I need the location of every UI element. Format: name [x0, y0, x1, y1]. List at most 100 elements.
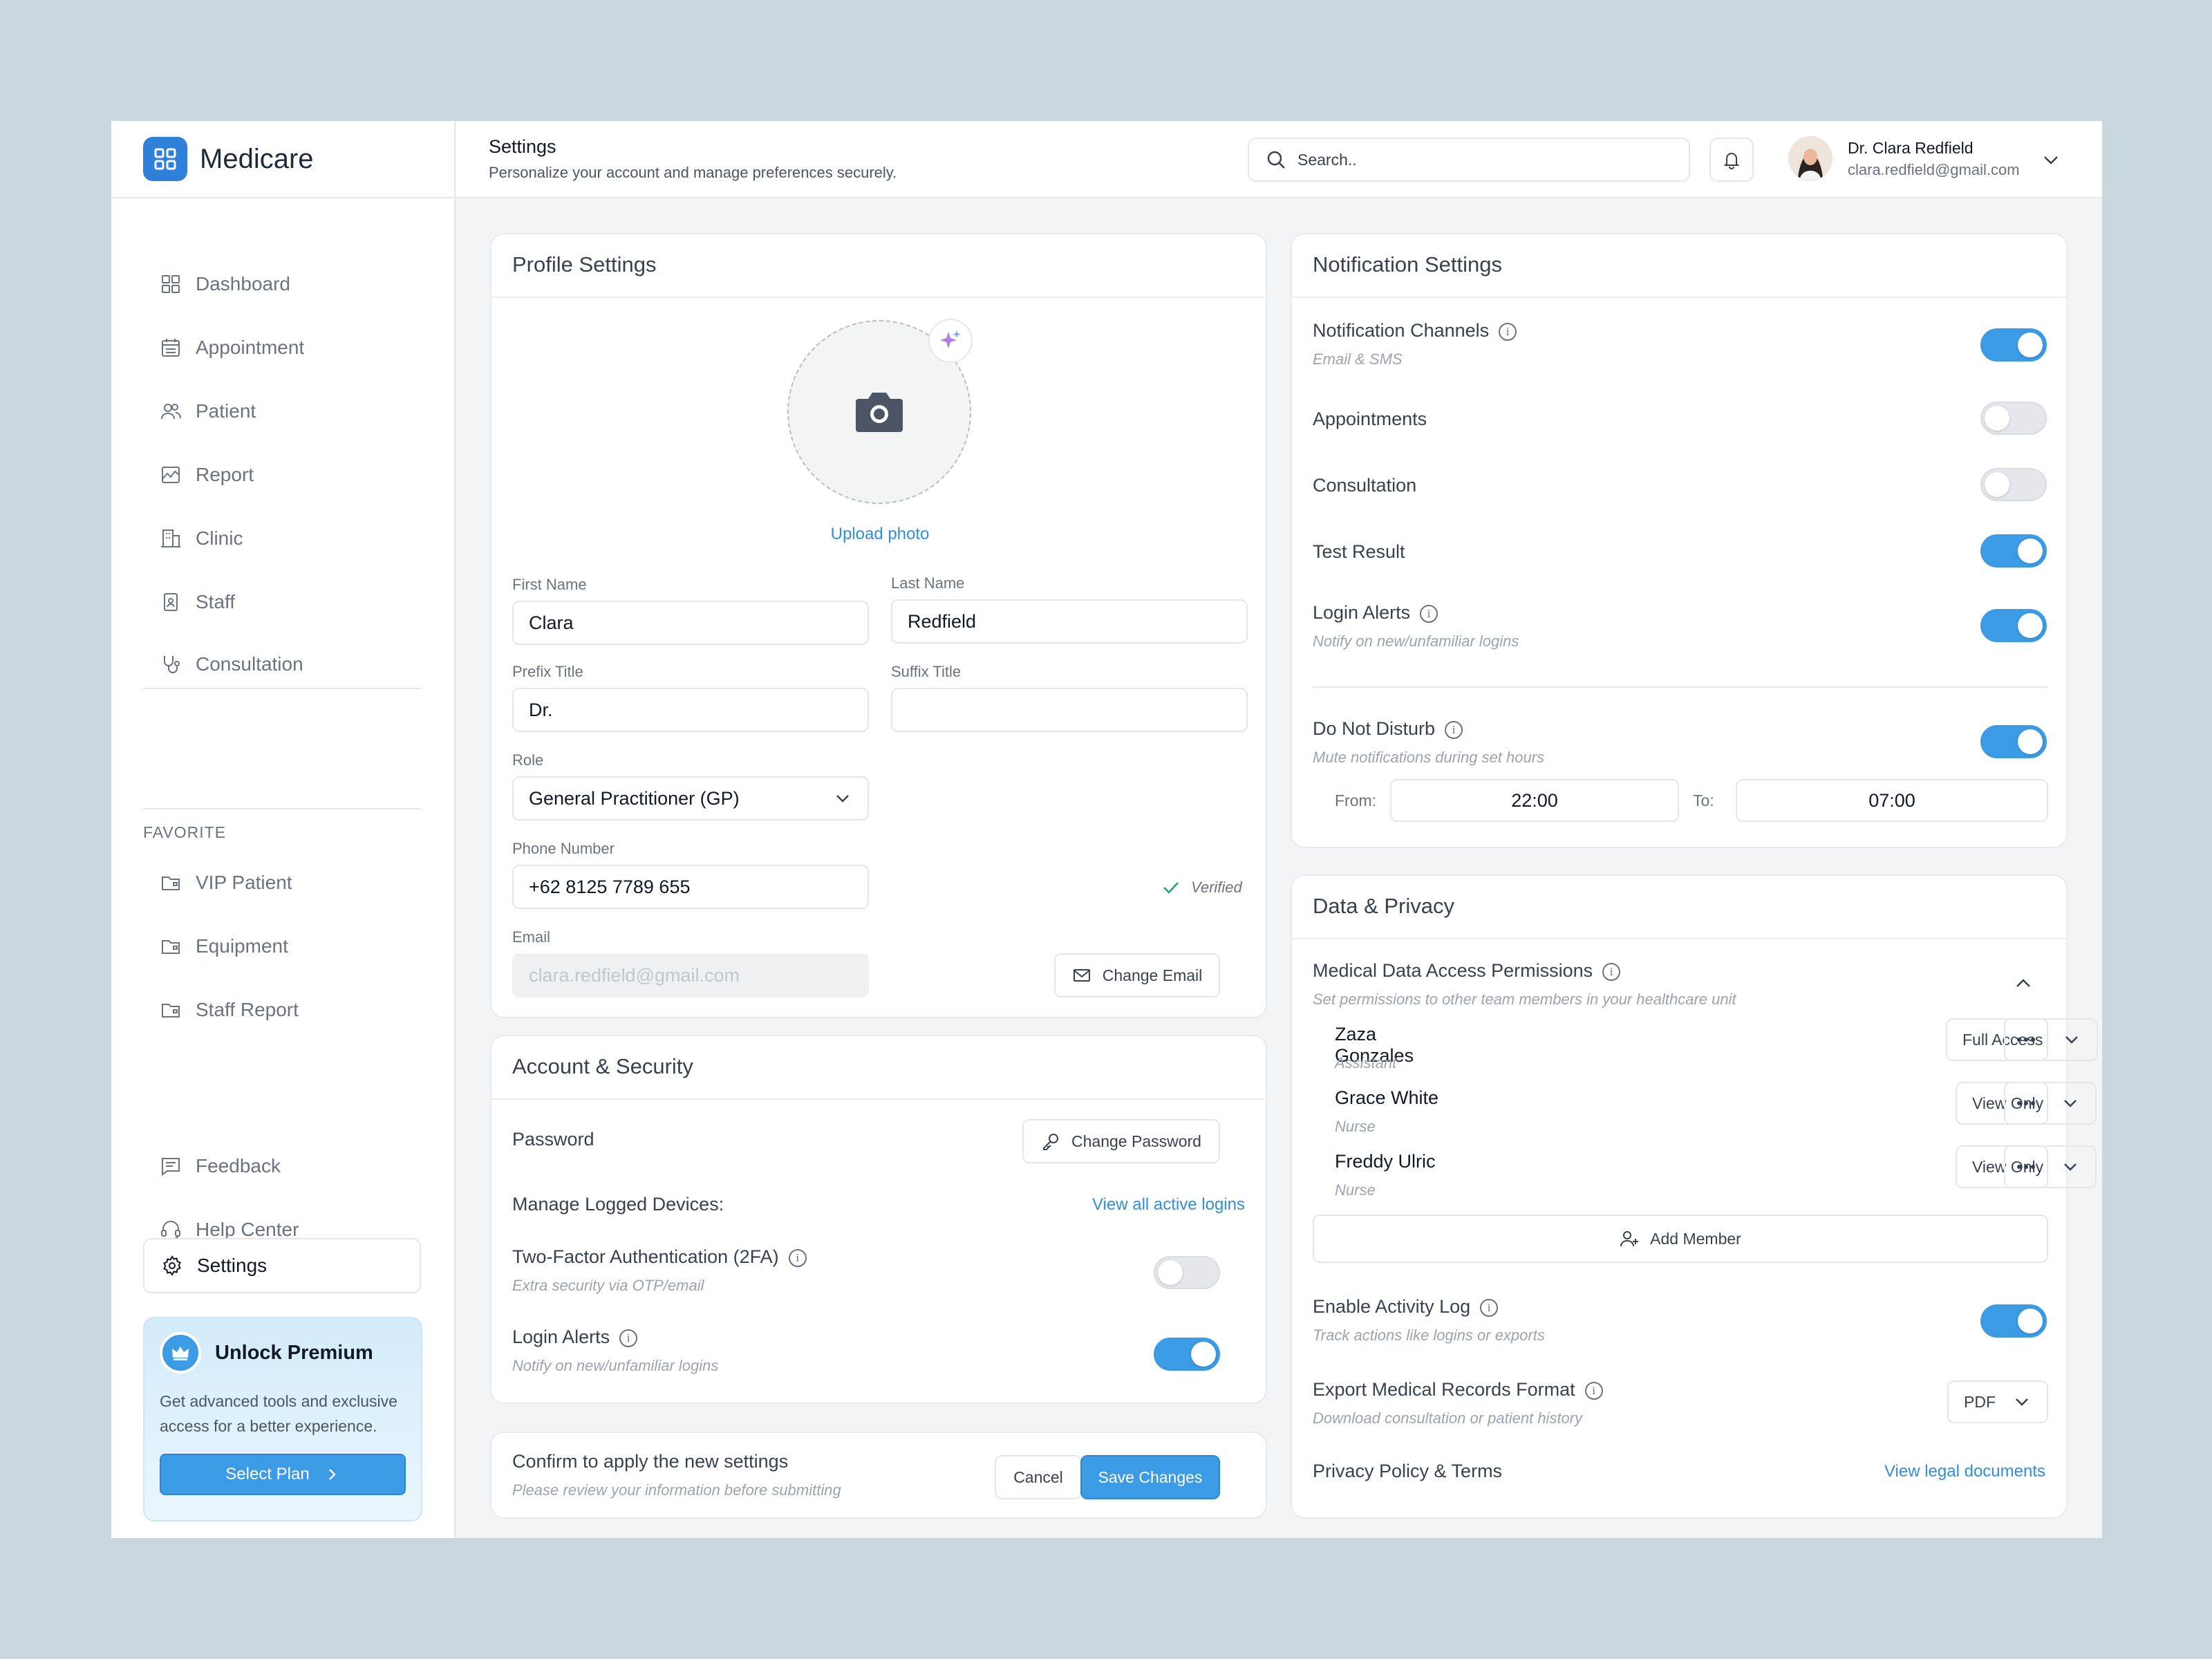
- dnd-subtitle: Mute notifications during set hours: [1313, 749, 1545, 766]
- appointments-toggle[interactable]: [1980, 402, 2047, 435]
- sidebar-item-dashboard[interactable]: Dashboard: [143, 256, 421, 312]
- search-input[interactable]: Search..: [1248, 138, 1690, 182]
- bell-icon: [1723, 153, 1740, 169]
- last-name-label: Last Name: [891, 574, 965, 592]
- sidebar-item-patient[interactable]: Patient: [143, 384, 421, 439]
- sidebar-item-label: Settings: [197, 1255, 268, 1276]
- twofa-label: Two-Factor Authentication (2FA): [512, 1246, 779, 1267]
- first-name-label: First Name: [512, 576, 587, 593]
- info-icon[interactable]: i: [1499, 322, 1517, 341]
- id-badge-icon: [164, 593, 178, 611]
- more-horizontal-icon: [2017, 1038, 2035, 1042]
- email-field: clara.redfield@gmail.com: [512, 953, 869, 997]
- view-legal-documents-link[interactable]: View legal documents: [1884, 1462, 2045, 1481]
- building-icon: [161, 529, 180, 547]
- test-result-toggle[interactable]: [1980, 534, 2047, 568]
- member-more-button[interactable]: [2004, 1082, 2048, 1125]
- card-title: Account & Security: [512, 1054, 693, 1078]
- confirm-title: Confirm to apply the new settings: [512, 1451, 789, 1472]
- change-email-button[interactable]: Change Email: [1054, 953, 1220, 997]
- phone-field[interactable]: +62 8125 7789 655: [512, 865, 869, 909]
- report-chart-icon: [162, 467, 180, 483]
- save-changes-button[interactable]: Save Changes: [1080, 1455, 1220, 1499]
- sidebar-item-staff-report[interactable]: Staff Report: [143, 982, 421, 1038]
- from-label: From:: [1335, 791, 1377, 809]
- login-alerts-toggle[interactable]: [1154, 1338, 1220, 1371]
- export-format-select[interactable]: PDF: [1947, 1380, 2048, 1423]
- add-member-button[interactable]: Add Member: [1313, 1215, 2048, 1263]
- cancel-button[interactable]: Cancel: [995, 1455, 1082, 1499]
- sparkle-icon: [940, 330, 961, 348]
- sidebar-divider: [143, 688, 421, 689]
- member-role: Nurse: [1335, 1181, 1376, 1199]
- avatar[interactable]: [1788, 136, 1833, 180]
- card-separator: [1292, 297, 2066, 298]
- suffix-title-field[interactable]: [891, 688, 1248, 732]
- sidebar-divider: [143, 808, 421, 809]
- info-icon[interactable]: i: [1480, 1298, 1499, 1317]
- member-name: Freddy Ulric: [1335, 1151, 1436, 1172]
- select-plan-button[interactable]: Select Plan: [160, 1454, 406, 1495]
- last-name-field[interactable]: Redfield: [891, 599, 1248, 644]
- info-icon[interactable]: i: [1420, 604, 1438, 623]
- brand[interactable]: Medicare: [111, 121, 456, 198]
- ai-sparkle-button[interactable]: [928, 319, 973, 363]
- dnd-toggle[interactable]: [1980, 725, 2047, 758]
- card-separator: [491, 297, 1266, 298]
- info-icon[interactable]: i: [1584, 1381, 1603, 1400]
- sidebar-item-appointment[interactable]: Appointment: [143, 320, 421, 375]
- folder-icon: [162, 877, 180, 890]
- prefix-title-field[interactable]: Dr.: [512, 688, 869, 732]
- suffix-title-label: Suffix Title: [891, 663, 962, 680]
- chevron-down-icon: [2064, 1100, 2077, 1107]
- sidebar-item-vip-patient[interactable]: VIP Patient: [143, 855, 421, 910]
- password-label: Password: [512, 1129, 594, 1150]
- activity-log-toggle[interactable]: [1980, 1304, 2047, 1338]
- sidebar-item-report[interactable]: Report: [143, 447, 421, 503]
- channels-toggle[interactable]: [1980, 328, 2047, 362]
- twofa-label-row: Two-Factor Authentication (2FA) i: [512, 1246, 807, 1268]
- twofa-toggle[interactable]: [1154, 1256, 1220, 1289]
- appointments-label: Appointments: [1313, 409, 1427, 429]
- activity-log-label: Enable Activity Log: [1313, 1296, 1471, 1317]
- chevron-down-icon[interactable]: [2040, 149, 2062, 171]
- chevron-down-icon: [2064, 1163, 2077, 1171]
- info-icon[interactable]: i: [1445, 720, 1463, 739]
- folder-icon: [162, 1004, 180, 1018]
- sidebar-item-staff[interactable]: Staff: [143, 574, 421, 630]
- mail-icon: [1073, 969, 1090, 982]
- page-title: Settings: [489, 136, 556, 157]
- dnd-label-row: Do Not Disturb i: [1313, 718, 1463, 740]
- change-password-button[interactable]: Change Password: [1022, 1119, 1220, 1163]
- sidebar-item-consultation[interactable]: Consultation: [143, 637, 421, 692]
- user-name: Dr. Clara Redfield: [1848, 139, 1974, 157]
- sidebar-item-equipment[interactable]: Equipment: [143, 919, 421, 974]
- user-email: clara.redfield@gmail.com: [1848, 161, 2020, 178]
- card-title: Profile Settings: [512, 252, 657, 276]
- folder-icon: [162, 940, 180, 954]
- notif-login-alerts-toggle[interactable]: [1980, 609, 2047, 642]
- first-name-field[interactable]: Clara: [512, 601, 869, 645]
- to-time-input[interactable]: 07:00: [1736, 779, 2048, 822]
- sidebar-item-settings[interactable]: Settings: [143, 1238, 421, 1293]
- calendar-icon: [162, 339, 180, 357]
- sidebar-item-feedback[interactable]: Feedback: [143, 1138, 421, 1194]
- upload-photo-link[interactable]: Upload photo: [491, 525, 1268, 544]
- info-icon[interactable]: i: [788, 1248, 807, 1267]
- consultation-toggle[interactable]: [1980, 468, 2047, 501]
- chevron-up-icon[interactable]: [2012, 973, 2034, 995]
- info-icon[interactable]: i: [619, 1329, 638, 1347]
- member-more-button[interactable]: [2004, 1145, 2048, 1188]
- member-more-button[interactable]: [2004, 1018, 2048, 1061]
- channels-subtitle: Email & SMS: [1313, 350, 1403, 368]
- info-icon[interactable]: i: [1602, 962, 1621, 981]
- privacy-policy-label: Privacy Policy & Terms: [1313, 1461, 1503, 1481]
- view-active-logins-link[interactable]: View all active logins: [1092, 1195, 1245, 1215]
- notification-button[interactable]: [1709, 138, 1754, 182]
- export-format-value: PDF: [1964, 1392, 1996, 1411]
- role-select[interactable]: General Practitioner (GP): [512, 776, 869, 821]
- sidebar-item-clinic[interactable]: Clinic: [143, 511, 421, 566]
- sidebar-item-label: Equipment: [196, 935, 288, 957]
- from-time-input[interactable]: 22:00: [1390, 779, 1679, 822]
- access-subtitle: Set permissions to other team members in…: [1313, 991, 1736, 1008]
